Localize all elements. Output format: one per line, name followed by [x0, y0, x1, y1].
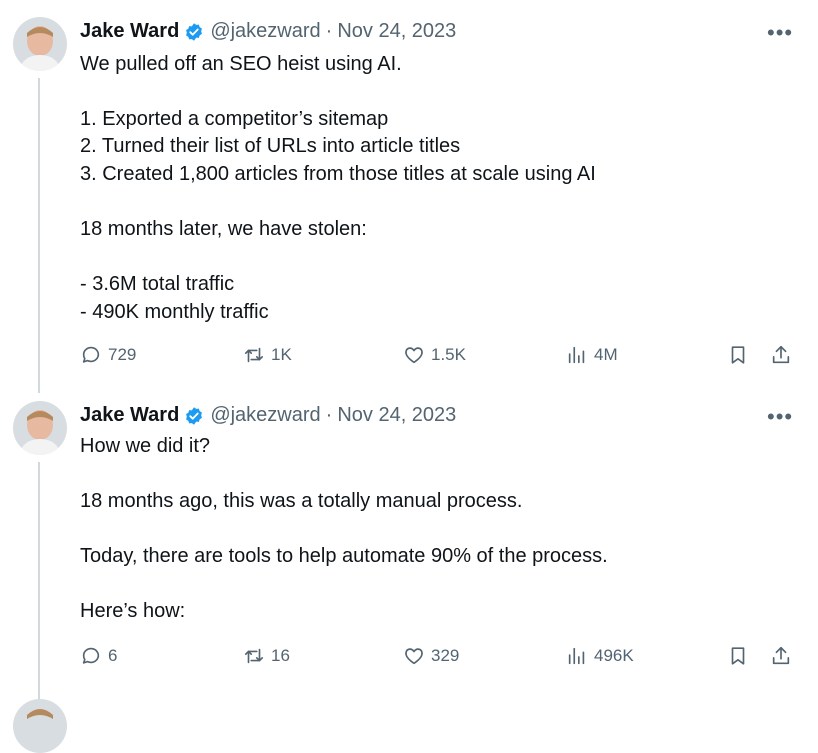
share-icon[interactable] — [770, 645, 792, 667]
repost-button[interactable]: 16 — [243, 645, 290, 667]
reply-button[interactable]: 6 — [80, 645, 117, 667]
separator: · — [325, 404, 333, 426]
verified-badge-icon — [184, 406, 204, 426]
tweet-2[interactable]: Jake Ward @jakezward · Nov 24, 2023 ••• … — [0, 0, 818, 700]
author-name[interactable]: Jake Ward — [80, 404, 179, 427]
tweet-header: Jake Ward @jakezward · Nov 24, 2023 — [80, 404, 456, 427]
views-count: 496K — [594, 646, 634, 665]
author-handle[interactable]: @jakezward — [210, 404, 320, 427]
reply-icon — [82, 647, 100, 664]
heart-icon — [405, 648, 423, 665]
views-button[interactable]: 496K — [566, 645, 634, 667]
reply-count: 6 — [108, 646, 118, 665]
repost-count: 16 — [271, 646, 290, 665]
more-icon[interactable]: ••• — [767, 406, 793, 428]
views-icon — [568, 647, 585, 665]
tweet-text-line: Today, there are tools to help automate … — [80, 545, 608, 567]
bookmark-icon[interactable] — [727, 645, 749, 667]
tweet-text-line: 18 months ago, this was a totally manual… — [80, 490, 523, 512]
tweet-text-line: How we did it? — [80, 435, 211, 457]
tweet-date[interactable]: Nov 24, 2023 — [337, 404, 456, 427]
repost-icon — [244, 648, 264, 664]
like-button[interactable]: 329 — [403, 645, 459, 667]
avatar[interactable] — [13, 401, 67, 455]
like-count: 329 — [431, 646, 460, 665]
avatar[interactable] — [13, 699, 67, 753]
tweet-text-line: Here’s how: — [80, 600, 186, 622]
